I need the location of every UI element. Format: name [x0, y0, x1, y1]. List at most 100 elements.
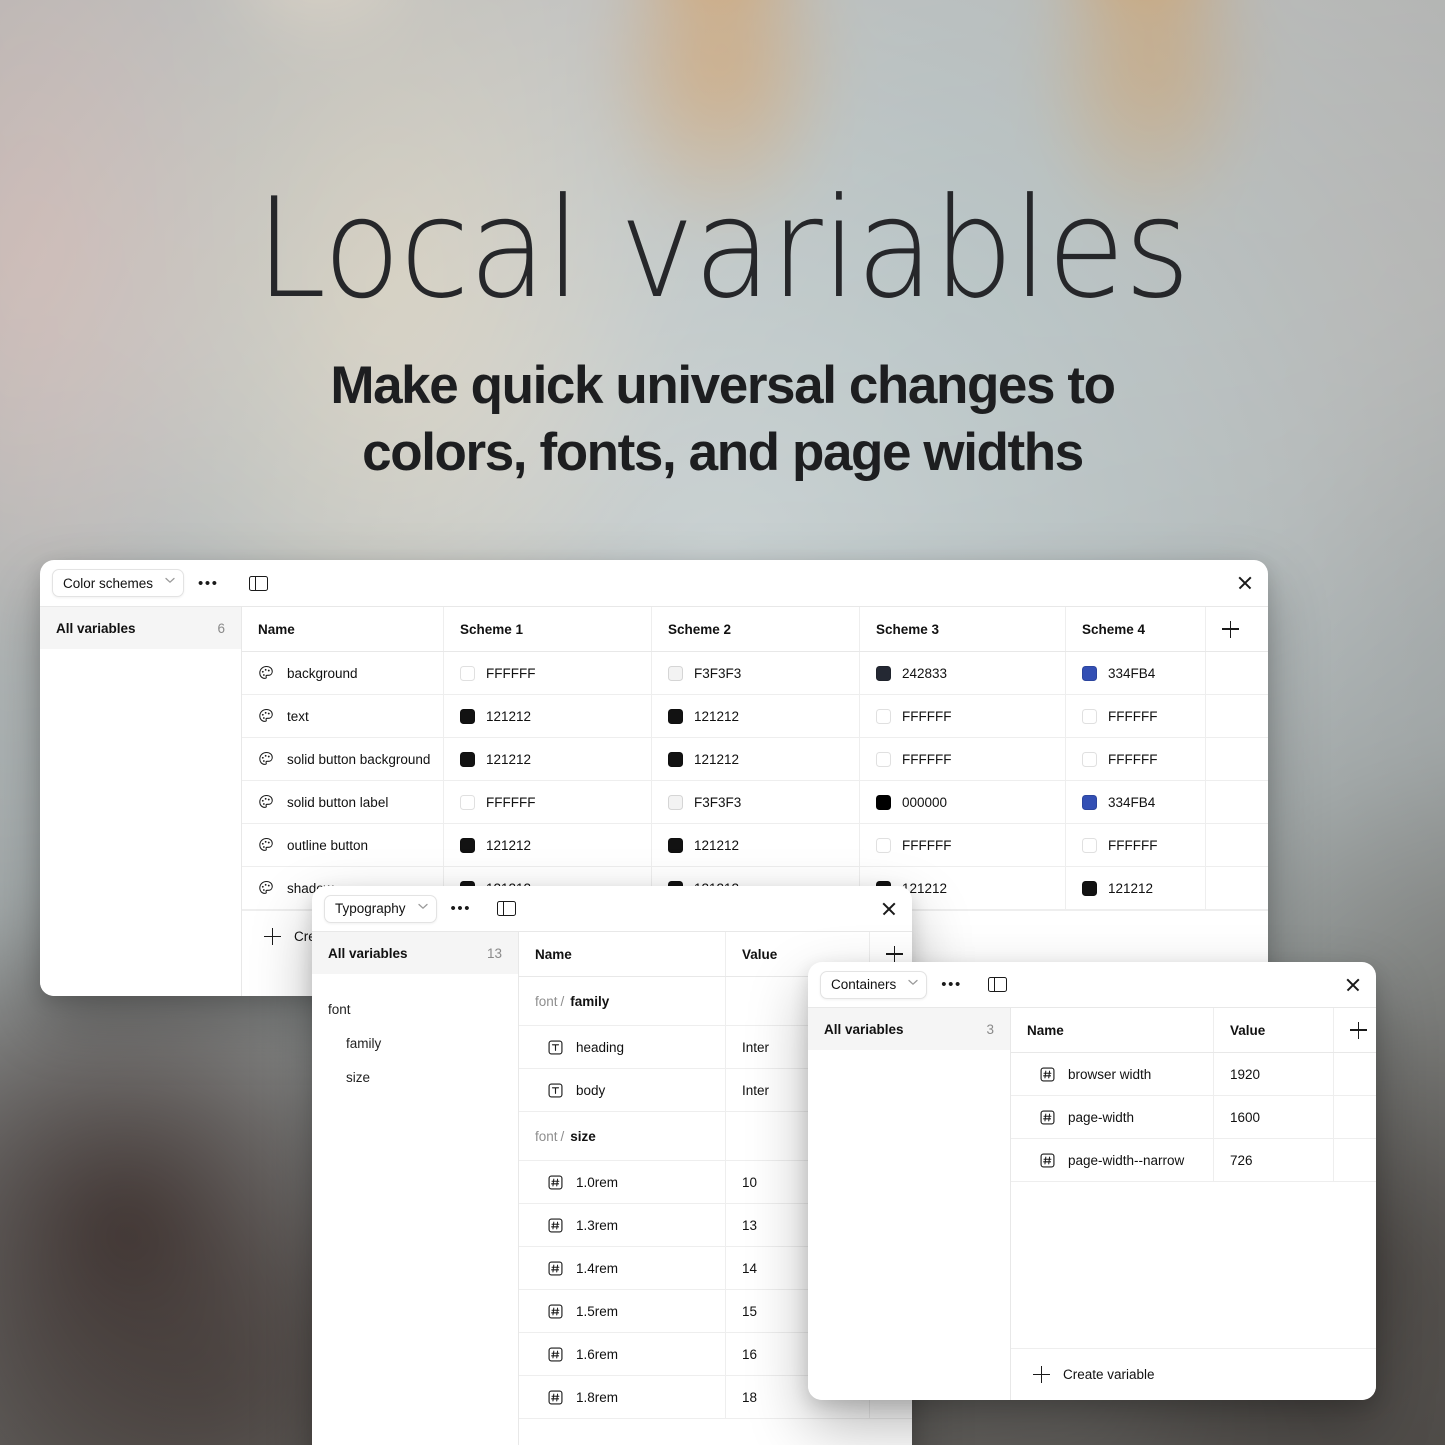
empty-cell	[1206, 738, 1268, 780]
color-value-cell[interactable]: 121212	[444, 695, 652, 737]
variable-name-cell[interactable]: solid button label	[242, 781, 444, 823]
collection-name: Containers	[831, 977, 897, 992]
screenshot-canvas: Local variables Make quick universal cha…	[0, 0, 1445, 1445]
variable-name-label: solid button background	[287, 751, 431, 767]
add-mode-column-icon[interactable]	[1350, 1021, 1367, 1039]
variable-name-cell[interactable]: background	[242, 652, 444, 694]
column-header-name[interactable]: Name	[242, 607, 444, 651]
variable-value-label: 13	[742, 1217, 758, 1233]
color-value-cell[interactable]: 121212	[652, 738, 860, 780]
color-value-cell[interactable]: 121212	[444, 738, 652, 780]
color-value-cell[interactable]: 121212	[1066, 867, 1206, 909]
sidebar-item-size[interactable]: size	[312, 1060, 518, 1094]
column-header-value[interactable]: Value	[1214, 1008, 1334, 1052]
more-options-icon[interactable]: •••	[194, 572, 223, 595]
color-value-cell[interactable]: FFFFFF	[444, 652, 652, 694]
color-value-cell[interactable]: FFFFFF	[1066, 695, 1206, 737]
add-scheme-column-icon[interactable]	[1222, 620, 1239, 638]
split-view-icon[interactable]	[248, 575, 268, 591]
sidebar-item-label: size	[346, 1069, 371, 1085]
color-value-cell[interactable]: F3F3F3	[652, 781, 860, 823]
table-row[interactable]: solid button label FFFFFF F3F3F3 000000 334F…	[242, 781, 1268, 824]
variable-name-cell[interactable]: solid button background	[242, 738, 444, 780]
table-row[interactable]: page-width 1600	[1011, 1096, 1376, 1139]
close-icon[interactable]	[880, 900, 898, 918]
variable-name-cell[interactable]: 1.6rem	[519, 1333, 726, 1375]
table-row[interactable]: browser width 1920	[1011, 1053, 1376, 1096]
variable-name-cell[interactable]: 1.8rem	[519, 1376, 726, 1418]
color-swatch	[460, 708, 475, 724]
close-icon[interactable]	[1236, 574, 1254, 592]
color-hex-label: FFFFFF	[902, 708, 952, 724]
color-swatch	[876, 794, 891, 810]
color-value-cell[interactable]: 121212	[652, 695, 860, 737]
table-row[interactable]: background FFFFFF F3F3F3 242833 334FB4	[242, 652, 1268, 695]
variable-value-label: 10	[742, 1174, 758, 1190]
close-icon[interactable]	[1344, 976, 1362, 994]
color-swatch	[460, 751, 475, 767]
table-row[interactable]: solid button background 121212 121212 FFFFF…	[242, 738, 1268, 781]
table-row[interactable]: text 121212 121212 FFFFFF FFFFFF	[242, 695, 1268, 738]
column-header-name[interactable]: Name	[519, 932, 726, 976]
split-view-icon[interactable]	[987, 977, 1007, 992]
sidebar-item-family[interactable]: family	[312, 1026, 518, 1060]
sidebar-item-all-variables[interactable]: All variables 3	[808, 1008, 1010, 1050]
more-options-icon[interactable]: •••	[447, 897, 476, 920]
sidebar-item-font[interactable]: font	[312, 992, 518, 1026]
color-value-cell[interactable]: F3F3F3	[652, 652, 860, 694]
variable-value-label: 1600	[1230, 1109, 1261, 1125]
more-options-icon[interactable]: •••	[937, 973, 966, 996]
split-view-icon[interactable]	[497, 901, 517, 916]
variable-name-cell[interactable]: heading	[519, 1026, 726, 1068]
color-swatch	[1082, 751, 1097, 767]
sidebar-item-label: All variables	[824, 1021, 904, 1037]
color-value-cell[interactable]: FFFFFF	[860, 738, 1066, 780]
variable-name-cell[interactable]: page-width--narrow	[1011, 1139, 1214, 1181]
column-header-scheme-2[interactable]: Scheme 2	[652, 607, 860, 651]
color-value-cell[interactable]: FFFFFF	[1066, 824, 1206, 866]
palette-icon	[258, 880, 275, 897]
table-row[interactable]: page-width--narrow 726	[1011, 1139, 1376, 1182]
variable-name-cell[interactable]: 1.0rem	[519, 1161, 726, 1203]
sidebar-item-all-variables[interactable]: All variables 6	[40, 607, 241, 649]
table-row[interactable]: outline button 121212 121212 FFFFFF FFFFFF	[242, 824, 1268, 867]
color-swatch	[460, 837, 475, 853]
chevron-down-icon	[417, 903, 428, 913]
variable-value-cell[interactable]: 1600	[1214, 1096, 1334, 1138]
collection-dropdown-typography[interactable]: Typography	[324, 894, 437, 923]
variable-name-cell[interactable]: browser width	[1011, 1053, 1214, 1095]
collection-dropdown-containers[interactable]: Containers	[820, 970, 928, 999]
color-value-cell[interactable]: 121212	[652, 824, 860, 866]
variable-name-cell[interactable]: 1.3rem	[519, 1204, 726, 1246]
sidebar-item-all-variables[interactable]: All variables 13	[312, 932, 518, 974]
variable-name-cell[interactable]: text	[242, 695, 444, 737]
color-value-cell[interactable]: 000000	[860, 781, 1066, 823]
color-value-cell[interactable]: FFFFFF	[860, 695, 1066, 737]
color-hex-label: FFFFFF	[1108, 751, 1158, 767]
add-mode-column-icon[interactable]	[886, 945, 903, 963]
color-value-cell[interactable]: 121212	[444, 824, 652, 866]
color-value-cell[interactable]: 242833	[860, 652, 1066, 694]
color-value-cell[interactable]: 334FB4	[1066, 781, 1206, 823]
collection-dropdown-color-schemes[interactable]: Color schemes	[52, 569, 185, 597]
color-value-cell[interactable]: FFFFFF	[1066, 738, 1206, 780]
variable-name-cell[interactable]: 1.4rem	[519, 1247, 726, 1289]
color-value-cell[interactable]: FFFFFF	[860, 824, 1066, 866]
collection-name: Color schemes	[63, 575, 154, 591]
variable-name-label: text	[287, 708, 309, 724]
variable-name-cell[interactable]: outline button	[242, 824, 444, 866]
column-header-scheme-3[interactable]: Scheme 3	[860, 607, 1066, 651]
variable-name-cell[interactable]: page-width	[1011, 1096, 1214, 1138]
variable-value-cell[interactable]: 1920	[1214, 1053, 1334, 1095]
color-value-cell[interactable]: 334FB4	[1066, 652, 1206, 694]
create-variable-button-containers[interactable]: Create variable	[1011, 1348, 1376, 1400]
variable-value-cell[interactable]: 726	[1214, 1139, 1334, 1181]
column-header-scheme-4[interactable]: Scheme 4	[1066, 607, 1206, 651]
variable-name-label: heading	[576, 1039, 625, 1055]
variable-name-cell[interactable]: body	[519, 1069, 726, 1111]
variable-name-cell[interactable]: 1.5rem	[519, 1290, 726, 1332]
color-swatch	[668, 751, 683, 767]
color-value-cell[interactable]: FFFFFF	[444, 781, 652, 823]
column-header-scheme-1[interactable]: Scheme 1	[444, 607, 652, 651]
column-header-name[interactable]: Name	[1011, 1008, 1214, 1052]
